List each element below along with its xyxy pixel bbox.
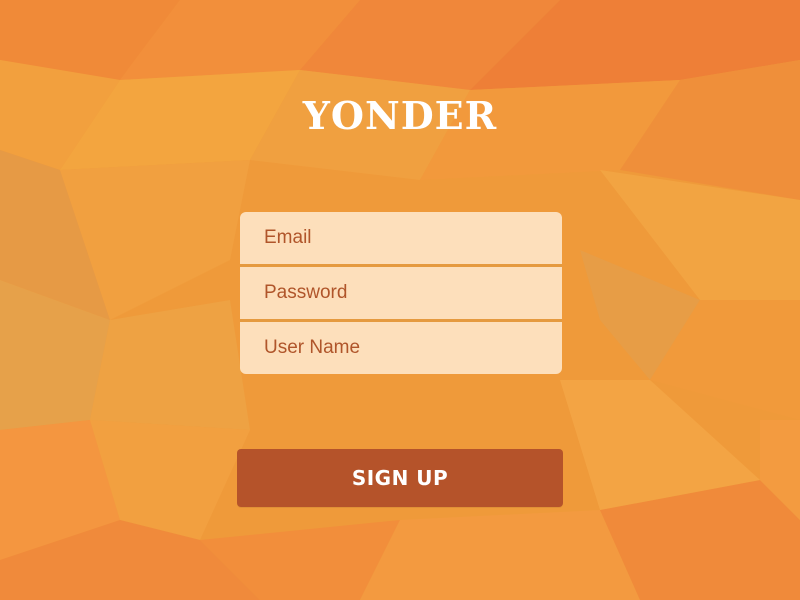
password-placeholder: Password [264,282,348,303]
username-field[interactable]: User Name [240,322,562,374]
signup-button[interactable]: SIGN UP [237,449,563,507]
app-logo: YONDER [302,93,498,138]
username-placeholder: User Name [264,337,361,358]
email-placeholder: Email [264,227,312,248]
signup-form: Email Password User Name [240,212,562,374]
email-field[interactable]: Email [240,212,562,264]
password-field[interactable]: Password [240,267,562,319]
